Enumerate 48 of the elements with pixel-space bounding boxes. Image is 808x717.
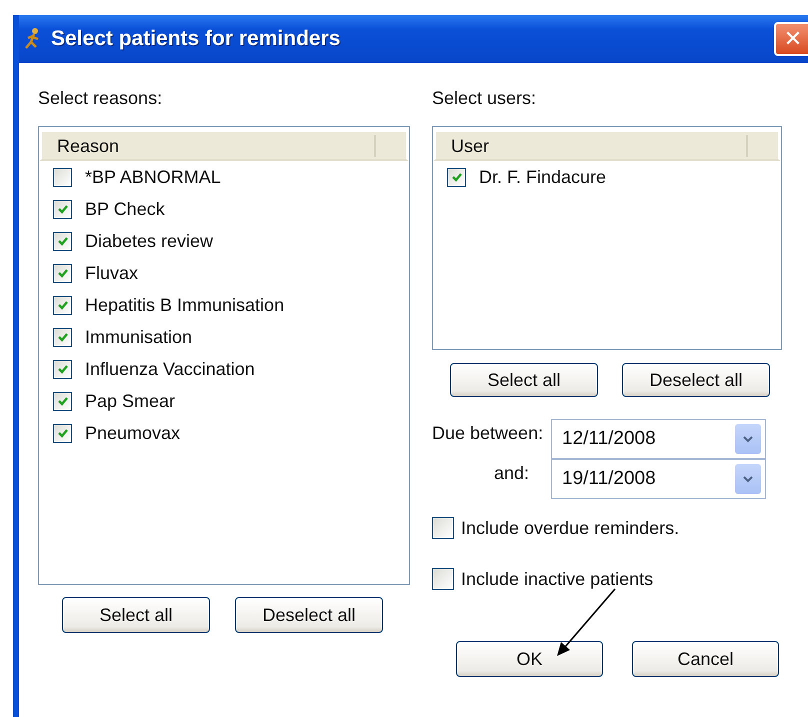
checkbox[interactable] <box>53 328 72 346</box>
check-icon <box>56 395 68 407</box>
checkbox[interactable] <box>432 568 454 590</box>
check-icon <box>56 299 68 311</box>
checkbox[interactable] <box>432 517 454 539</box>
list-button[interactable]: Deselect all <box>235 597 383 633</box>
list-item[interactable]: Diabetes review <box>85 230 214 252</box>
list-item[interactable]: Pneumovax <box>85 422 180 444</box>
list-item[interactable]: *BP ABNORMAL <box>85 166 221 188</box>
section-label: Select reasons: <box>38 88 164 110</box>
field-label: and: <box>492 462 530 485</box>
list-item[interactable]: Immunisation <box>85 326 192 348</box>
list-button[interactable]: Select all <box>450 363 598 397</box>
list-item[interactable]: BP Check <box>85 198 165 220</box>
checkbox[interactable] <box>53 424 72 442</box>
window-title: Select patients for reminders <box>51 27 342 51</box>
checkbox[interactable] <box>53 264 72 282</box>
checkbox[interactable] <box>53 200 72 218</box>
checkbox[interactable] <box>53 232 72 250</box>
date-field[interactable]: 12/11/2008 <box>551 419 766 459</box>
checkbox[interactable] <box>53 392 72 410</box>
checkbox[interactable] <box>53 168 72 186</box>
check-icon <box>56 331 68 343</box>
list-item[interactable]: Pap Smear <box>85 390 176 412</box>
checkbox[interactable] <box>53 360 72 378</box>
dialog-button[interactable]: Cancel <box>632 641 779 677</box>
check-icon <box>56 235 68 247</box>
list-button[interactable]: Deselect all <box>622 363 770 397</box>
date-field[interactable]: 19/11/2008 <box>551 459 766 499</box>
check-icon <box>56 203 68 215</box>
list-button[interactable]: Select all <box>62 597 210 633</box>
section-label: Select users: <box>432 88 538 110</box>
option-label[interactable]: Include overdue reminders. <box>461 518 680 538</box>
option-label[interactable]: Include inactive patients <box>461 568 654 590</box>
checkbox[interactable] <box>447 168 466 186</box>
list-item[interactable]: Influenza Vaccination <box>85 358 255 380</box>
check-icon <box>56 427 68 439</box>
list-item[interactable]: Dr. F. Findacure <box>479 166 606 188</box>
dialog-button[interactable]: OK <box>456 641 603 677</box>
list-item[interactable]: Hepatitis B Immunisation <box>85 294 284 316</box>
check-icon <box>56 363 68 375</box>
dropdown-button[interactable] <box>735 424 761 454</box>
field-label: Due between: <box>432 422 544 445</box>
list-item[interactable]: Fluvax <box>85 262 138 284</box>
check-icon <box>56 267 68 279</box>
dropdown-button[interactable] <box>735 464 761 494</box>
check-icon <box>450 171 462 183</box>
checkbox[interactable] <box>53 296 72 314</box>
